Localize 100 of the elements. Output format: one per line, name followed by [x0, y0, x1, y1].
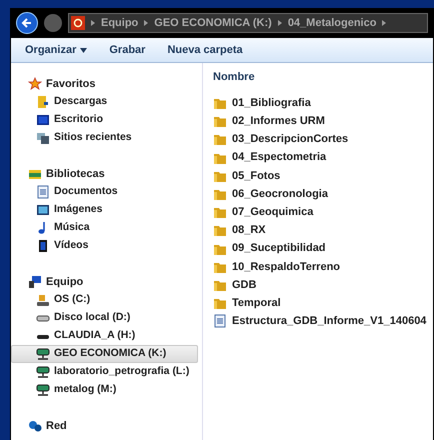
file-name: GDB	[232, 278, 256, 293]
address-bar[interactable]: Equipo GEO ECONOMICA (K:) 04_Metalogenico	[68, 13, 428, 33]
file-row[interactable]: GDB	[213, 276, 433, 294]
film-icon	[36, 239, 50, 253]
nav-item-label: OS (C:)	[54, 292, 90, 308]
nav-item[interactable]: Descargas	[11, 93, 198, 111]
nav-item-label: laboratorio_petrografia (L:)	[54, 364, 190, 380]
nav-item[interactable]: Imágenes	[11, 201, 198, 219]
file-row[interactable]: Temporal	[213, 294, 433, 312]
document-icon	[213, 314, 227, 328]
nav-item-label: Descargas	[54, 94, 108, 110]
file-row[interactable]: 10_RespaldoTerreno	[213, 258, 433, 276]
nav-item-label: Imágenes	[54, 202, 102, 218]
back-arrow-icon	[21, 17, 33, 29]
network-drive-icon	[36, 347, 50, 361]
breadcrumb[interactable]: GEO ECONOMICA (K:)	[154, 14, 272, 32]
nav-item-label: Escritorio	[54, 112, 104, 128]
nav-item[interactable]: GEO ECONOMICA (K:)	[11, 345, 198, 363]
folder-icon	[213, 114, 227, 128]
file-row[interactable]: 05_Fotos	[213, 166, 433, 185]
nav-item-label: Sitios recientes	[54, 130, 132, 146]
file-row[interactable]: 03_DescripcionCortes	[213, 130, 433, 149]
breadcrumb[interactable]: 04_Metalogenico	[288, 14, 376, 32]
toolbar-button[interactable]: Organizar	[25, 42, 88, 58]
file-name: 06_Geocronologia	[232, 186, 328, 202]
nav-header[interactable]: Favoritos	[11, 75, 202, 93]
file-row[interactable]: 01_Bibliografia	[213, 94, 433, 112]
file-name: 02_Informes URM	[232, 114, 325, 130]
document-icon	[36, 185, 50, 199]
nav-item-label: metalog (M:)	[54, 382, 116, 398]
nav-item[interactable]: CLAUDIA_A (H:)	[11, 327, 198, 345]
back-button[interactable]	[16, 12, 38, 34]
chevron-icon	[278, 20, 282, 26]
file-name: 03_DescripcionCortes	[232, 132, 348, 148]
file-row[interactable]: 09_Suceptibilidad	[213, 240, 433, 258]
folder-icon	[213, 223, 227, 238]
column-header[interactable]: Nombre	[213, 68, 433, 86]
file-name: 08_RX	[232, 223, 266, 238]
desktop-icon	[36, 113, 50, 127]
nav-item[interactable]: Escritorio	[11, 111, 198, 129]
image-icon	[36, 203, 50, 217]
file-name: Temporal	[232, 296, 281, 311]
file-name: Estructura_GDB_Informe_V1_140604	[232, 314, 426, 330]
file-name: 04_Espectometria	[232, 150, 326, 166]
network-drive-icon	[36, 365, 50, 379]
folder-icon	[213, 296, 227, 310]
nav-item-label: GEO ECONOMICA (K:)	[54, 346, 166, 362]
file-row[interactable]: Estructura_GDB_Informe_V1_140604	[213, 312, 433, 330]
caret-icon	[80, 48, 88, 52]
file-name: 10_RespaldoTerreno	[232, 260, 340, 275]
nav-item[interactable]: Vídeos	[11, 237, 198, 255]
toolbar-button[interactable]: Nueva carpeta	[167, 42, 243, 58]
drive-icon	[71, 16, 85, 30]
nav-item-label: Disco local (D:)	[54, 310, 130, 326]
nav-item[interactable]: Sitios recientes	[11, 129, 198, 147]
library-icon	[28, 167, 42, 181]
nav-item[interactable]: Documentos	[11, 183, 198, 201]
nav-header-label: Bibliotecas	[46, 166, 105, 182]
nav-header[interactable]: Equipo	[11, 273, 202, 291]
file-name: 07_Geoquimica	[232, 204, 314, 220]
file-row[interactable]: 02_Informes URM	[213, 112, 433, 130]
star-icon	[28, 77, 42, 91]
file-name: 05_Fotos	[232, 168, 280, 184]
file-row[interactable]: 06_Geocronologia	[213, 184, 433, 204]
network-drive-icon	[36, 383, 50, 397]
nav-item-label: Música	[54, 220, 90, 236]
file-name: 01_Bibliografia	[232, 96, 311, 111]
folder-icon	[213, 96, 227, 110]
nav-item[interactable]: OS (C:)	[11, 291, 198, 309]
network-icon	[28, 419, 42, 433]
breadcrumb[interactable]: Equipo	[101, 14, 138, 32]
nav-item[interactable]: metalog (M:)	[11, 381, 198, 399]
nav-item-label: CLAUDIA_A (H:)	[54, 328, 136, 344]
folder-icon	[213, 205, 227, 220]
toolbar-button[interactable]: Grabar	[109, 42, 146, 58]
nav-item[interactable]: Música	[11, 219, 198, 237]
folder-icon	[213, 187, 227, 202]
nav-item[interactable]: laboratorio_petrografia (L:)	[11, 363, 198, 381]
nav-item-label: Documentos	[54, 184, 118, 200]
nav-header-label: Equipo	[46, 274, 84, 290]
nav-header-label: Favoritos	[46, 76, 96, 92]
nav-item-label: Vídeos	[54, 238, 88, 254]
nav-header-label: Red	[46, 418, 67, 434]
file-row[interactable]: 07_Geoquimica	[213, 203, 433, 222]
file-name: 09_Suceptibilidad	[232, 241, 326, 256]
nav-header[interactable]: Bibliotecas	[11, 165, 202, 183]
chevron-icon	[382, 20, 386, 26]
folder-download-icon	[36, 95, 50, 109]
computer-icon	[28, 275, 42, 289]
recent-places-icon	[36, 131, 50, 145]
file-row[interactable]: 08_RX	[213, 221, 433, 240]
folder-icon	[213, 132, 227, 146]
forward-button[interactable]	[44, 14, 62, 32]
system-drive-icon	[36, 293, 50, 307]
chevron-icon	[144, 20, 148, 26]
nav-header[interactable]: Red	[11, 417, 202, 435]
nav-item[interactable]: Disco local (D:)	[11, 309, 198, 327]
chevron-icon	[91, 20, 95, 26]
file-row[interactable]: 04_Espectometria	[213, 148, 433, 167]
column-header-label: Nombre	[213, 70, 255, 85]
